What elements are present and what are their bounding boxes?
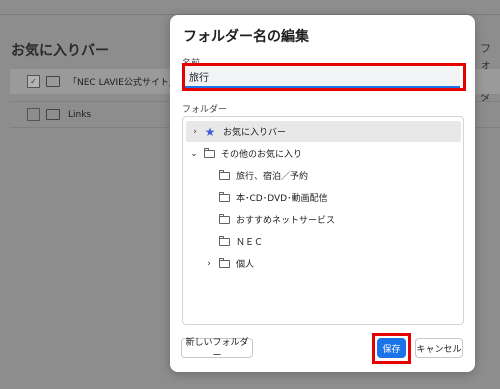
folder-icon [46, 76, 60, 87]
edit-folder-dialog: フォルダー名の編集 名前 フォルダー › ★ お気に入りバー ⌄ その他のお気に… [170, 15, 475, 372]
tree-item-recommended[interactable]: おすすめネットサービス [183, 209, 463, 230]
tree-item-nec[interactable]: ＮＥＣ [183, 231, 463, 252]
folder-icon [219, 235, 230, 246]
tree-item-label: 本･CD･DVD･動画配信 [236, 194, 328, 204]
save-button[interactable]: 保存 [377, 338, 406, 358]
dialog-title: フォルダー名の編集 [183, 29, 309, 45]
tree-item-label: ＮＥＣ [236, 238, 264, 248]
folder-icon [219, 169, 230, 180]
folder-icon [204, 147, 215, 158]
folder-icon [219, 213, 230, 224]
folder-name-input[interactable] [184, 66, 460, 88]
list-item-label: 「NEC LAVIE公式サイト」 [68, 78, 178, 88]
tree-item-label: 個人 [236, 260, 255, 270]
tree-item-other-favorites[interactable]: ⌄ その他のお気に入り [183, 143, 463, 164]
row-checkbox[interactable] [27, 108, 40, 121]
tree-item-label: その他のお気に入り [221, 150, 303, 160]
tree-item-travel[interactable]: 旅行、宿泊／予約 [183, 165, 463, 186]
chevron-down-icon[interactable]: ⌄ [189, 149, 199, 159]
folder-tree[interactable]: › ★ お気に入りバー ⌄ その他のお気に入り 旅行、宿泊／予約 本･CD･DV… [182, 116, 464, 325]
tree-item-favorites-bar[interactable]: › ★ お気に入りバー [186, 121, 461, 142]
chevron-right-icon[interactable]: › [190, 127, 200, 137]
tree-item-books-cd[interactable]: 本･CD･DVD･動画配信 [183, 187, 463, 208]
tree-item-label: 旅行、宿泊／予約 [236, 172, 309, 182]
folder-icon [219, 257, 230, 268]
row-checkbox[interactable]: ✓ [27, 75, 40, 88]
page-title: お気に入りバー [11, 43, 109, 59]
folder-tree-label: フォルダー [182, 105, 228, 115]
chevron-right-icon[interactable]: › [204, 259, 214, 269]
cancel-button[interactable]: キャンセル [415, 338, 463, 358]
tree-item-label: おすすめネットサービス [236, 216, 336, 226]
tree-item-label: お気に入りバー [223, 128, 287, 138]
star-icon: ★ [204, 124, 216, 139]
folder-icon [219, 191, 230, 202]
folder-icon [46, 109, 60, 120]
list-item-label: Links [68, 109, 92, 120]
tree-item-personal[interactable]: › 個人 [183, 253, 463, 274]
new-folder-button[interactable]: 新しいフォルダー [181, 338, 253, 361]
